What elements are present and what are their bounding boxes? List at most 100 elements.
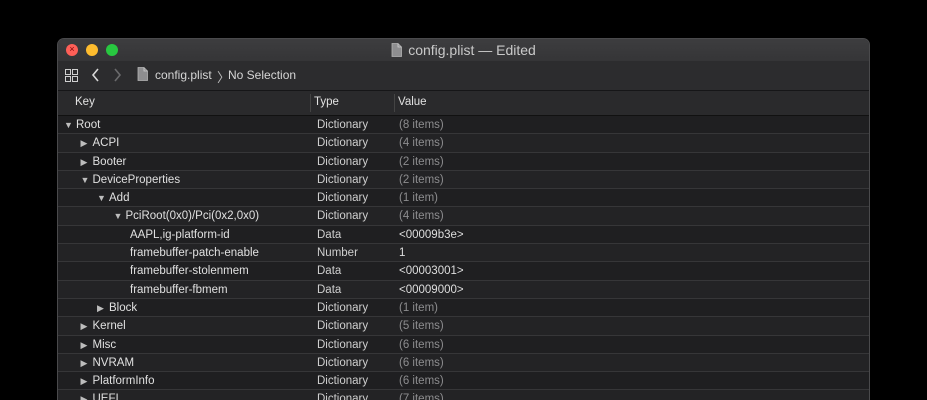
disclosure-collapsed-icon[interactable]: ▶ <box>81 155 91 169</box>
row-value[interactable]: (8 items) <box>399 118 444 132</box>
row-value[interactable]: 1 <box>399 246 405 260</box>
outline-row[interactable]: ▶ ACPI Dictionary (4 items) <box>58 134 869 153</box>
disclosure-collapsed-icon[interactable]: ▶ <box>81 374 91 388</box>
row-type[interactable]: Dictionary <box>317 155 368 169</box>
disclosure-collapsed-icon[interactable]: ▶ <box>81 136 91 150</box>
row-type[interactable]: Dictionary <box>317 374 368 388</box>
outline-row[interactable]: ▶ UEFI Dictionary (7 items) <box>58 390 869 400</box>
column-divider[interactable] <box>310 94 311 112</box>
disclosure-expanded-icon[interactable]: ▼ <box>64 118 74 132</box>
chevron-right-icon[interactable] <box>113 67 122 83</box>
outline-row[interactable]: ▶ PlatformInfo Dictionary (6 items) <box>58 372 869 391</box>
window-title-text: config.plist — Edited <box>408 42 536 58</box>
outline-row[interactable]: ▶ NVRAM Dictionary (6 items) <box>58 353 869 373</box>
breadcrumb-file[interactable]: config.plist <box>155 68 212 82</box>
row-value[interactable]: (1 item) <box>399 301 438 315</box>
disclosure-collapsed-icon[interactable]: ▶ <box>81 356 91 370</box>
row-key-text: ACPI <box>92 137 120 150</box>
disclosure-collapsed-icon[interactable]: ▶ <box>97 301 107 315</box>
row-type[interactable]: Dictionary <box>317 301 368 315</box>
disclosure-expanded-icon[interactable]: ▼ <box>114 209 124 223</box>
row-key-text: framebuffer-stolenmem <box>130 265 249 278</box>
row-key: ▶ Booter <box>81 155 127 169</box>
row-key: ▶ ACPI <box>81 136 120 150</box>
row-key-text: NVRAM <box>92 356 135 369</box>
row-value[interactable]: (2 items) <box>399 173 444 187</box>
row-type[interactable]: Dictionary <box>317 191 368 205</box>
row-key-text: framebuffer-fbmem <box>130 283 228 296</box>
row-key-text: Block <box>109 301 138 314</box>
outline-row[interactable]: ▼ DeviceProperties Dictionary (2 items) <box>58 170 869 190</box>
row-key: ▼ Add <box>97 191 129 205</box>
title-bar: × config.plist — Edited <box>58 39 869 61</box>
row-value[interactable]: (6 items) <box>399 374 444 388</box>
row-key: ▼ PciRoot(0x0)/Pci(0x2,0x0) <box>114 209 260 223</box>
row-value[interactable]: (4 items) <box>399 136 444 150</box>
row-value[interactable]: (1 item) <box>399 191 438 205</box>
row-type[interactable]: Data <box>317 283 341 297</box>
row-key: ▶ Block <box>97 301 137 315</box>
disclosure-collapsed-icon[interactable]: ▶ <box>81 392 91 400</box>
row-key-text: Booter <box>92 155 127 168</box>
row-key-text: framebuffer-patch-enable <box>130 247 259 260</box>
row-key: ▶ PlatformInfo <box>81 374 155 388</box>
row-key-text: Misc <box>92 338 117 351</box>
disclosure-expanded-icon[interactable]: ▼ <box>81 173 91 187</box>
outline-row[interactable]: ▶ Kernel Dictionary (5 items) <box>58 317 869 336</box>
window-title: config.plist — Edited <box>58 42 869 58</box>
column-header-value[interactable]: Value <box>398 96 427 108</box>
column-header: Key Type Value <box>58 91 869 116</box>
row-key-text: Root <box>76 119 101 131</box>
plist-outline: ▼ Root Dictionary (8 items) ▶ ACPI Dictionary(… <box>58 116 869 400</box>
row-type[interactable]: Dictionary <box>317 136 368 150</box>
outline-row[interactable]: ▶ Block Dictionary (1 item) <box>58 298 869 318</box>
row-value[interactable]: (6 items) <box>399 356 444 370</box>
row-value[interactable]: (5 items) <box>399 319 444 333</box>
row-key: ▼ DeviceProperties <box>81 173 181 187</box>
row-type[interactable]: Dictionary <box>317 392 368 400</box>
row-type[interactable]: Data <box>317 228 341 242</box>
row-type[interactable]: Data <box>317 264 341 278</box>
outline-row[interactable]: framebuffer-stolenmem Data <00003001> <box>58 262 869 281</box>
document-icon <box>391 43 403 57</box>
row-value[interactable]: <00009b3e> <box>399 228 464 242</box>
row-value[interactable]: (2 items) <box>399 155 444 169</box>
disclosure-collapsed-icon[interactable]: ▶ <box>81 319 91 333</box>
row-key-text: PciRoot(0x0)/Pci(0x2,0x0) <box>125 210 260 223</box>
disclosure-expanded-icon[interactable]: ▼ <box>97 191 107 205</box>
row-type[interactable]: Dictionary <box>317 319 368 333</box>
toolbar: config.plist 〉 No Selection <box>58 61 869 91</box>
row-type[interactable]: Dictionary <box>317 118 368 132</box>
column-divider[interactable] <box>394 94 395 112</box>
outline-row[interactable]: ▶ Misc Dictionary (6 items) <box>58 335 869 354</box>
row-value[interactable]: <00003001> <box>399 264 464 278</box>
outline-row[interactable]: ▼ Root Dictionary (8 items) <box>58 116 869 135</box>
row-type[interactable]: Dictionary <box>317 209 368 223</box>
outline-row[interactable]: ▶ Booter Dictionary (2 items) <box>58 152 869 171</box>
outline-row[interactable]: ▼ PciRoot(0x0)/Pci(0x2,0x0) Dictionary (4 i… <box>58 207 869 226</box>
column-header-type[interactable]: Type <box>314 96 339 108</box>
outline-row[interactable]: AAPL,ig-platform-id Data <00009b3e> <box>58 225 869 245</box>
row-key: ▶ Kernel <box>81 319 126 333</box>
outline-row[interactable]: framebuffer-fbmem Data <00009000> <box>58 280 869 299</box>
row-key: ▶ NVRAM <box>81 356 135 370</box>
row-value[interactable]: (4 items) <box>399 209 444 223</box>
breadcrumb-selection[interactable]: No Selection <box>228 68 296 82</box>
document-icon <box>137 67 148 81</box>
grid-view-icon[interactable] <box>65 69 78 82</box>
row-key-text: Kernel <box>92 320 126 333</box>
disclosure-collapsed-icon[interactable]: ▶ <box>81 338 91 352</box>
row-value[interactable]: (6 items) <box>399 338 444 352</box>
row-key-text: Add <box>109 192 130 205</box>
column-header-key[interactable]: Key <box>75 96 95 108</box>
row-type[interactable]: Number <box>317 246 358 260</box>
row-type[interactable]: Dictionary <box>317 356 368 370</box>
row-value[interactable]: (7 items) <box>399 392 444 400</box>
outline-row[interactable]: ▼ Add Dictionary (1 item) <box>58 189 869 208</box>
chevron-left-icon[interactable] <box>91 67 100 83</box>
row-value[interactable]: <00009000> <box>399 283 464 297</box>
row-key: ▶ Misc <box>81 338 117 352</box>
row-type[interactable]: Dictionary <box>317 338 368 352</box>
row-type[interactable]: Dictionary <box>317 173 368 187</box>
outline-row[interactable]: framebuffer-patch-enable Number 1 <box>58 244 869 263</box>
